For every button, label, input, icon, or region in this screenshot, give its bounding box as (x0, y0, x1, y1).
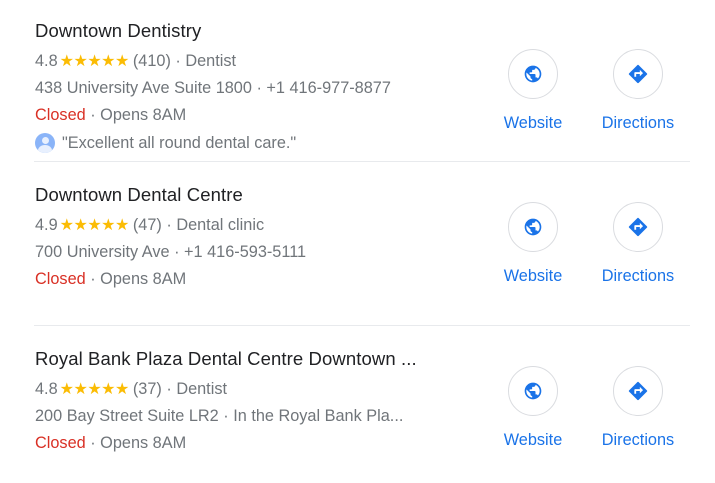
business-address: 200 Bay Street Suite LR2 (35, 407, 219, 425)
directions-label[interactable]: Directions (588, 267, 688, 286)
rating-line: 4.9 ★★★★★ (47) · Dental clinic (35, 215, 264, 235)
separator: · (166, 380, 172, 398)
local-results-list: Downtown Dentistry 4.8 ★★★★★ (410) · Denti… (0, 0, 715, 483)
opening-hours: Opens 8AM (100, 434, 187, 452)
star-rating-icon: ★★★★★ (59, 217, 130, 234)
website-button[interactable]: Website (483, 49, 583, 133)
separator: · (174, 243, 180, 261)
divider (34, 161, 690, 162)
avatar-icon (35, 133, 55, 153)
review-count[interactable]: (47) (133, 216, 162, 234)
review-snippet: "Excellent all round dental care." (62, 133, 297, 152)
rating-value: 4.8 (35, 52, 58, 70)
directions-icon[interactable] (613, 202, 663, 252)
address-line: 200 Bay Street Suite LR2 · In the Royal … (35, 407, 403, 426)
address-line: 700 University Ave · +1 416-593-5111 (35, 243, 306, 262)
separator: · (166, 216, 172, 234)
review-count[interactable]: (410) (133, 52, 171, 70)
business-category: Dental clinic (176, 216, 265, 234)
directions-icon[interactable] (613, 366, 663, 416)
separator: · (256, 79, 262, 97)
business-phone: +1 416-977-8877 (266, 79, 391, 97)
business-category: Dentist (176, 380, 227, 398)
directions-button[interactable]: Directions (588, 49, 688, 133)
star-rating-icon: ★★★★★ (59, 381, 130, 398)
directions-button[interactable]: Directions (588, 202, 688, 286)
hours-line: Closed · Opens 8AM (35, 270, 186, 289)
website-label[interactable]: Website (483, 114, 583, 133)
status-closed: Closed (35, 106, 86, 124)
business-category: Dentist (185, 52, 237, 70)
rating-value: 4.8 (35, 380, 58, 398)
review-snippet-line: "Excellent all round dental care." (35, 133, 296, 153)
globe-icon[interactable] (508, 49, 558, 99)
divider (34, 325, 690, 326)
separator: · (90, 106, 96, 124)
status-closed: Closed (35, 270, 86, 288)
status-closed: Closed (35, 434, 86, 452)
globe-icon[interactable] (508, 202, 558, 252)
rating-value: 4.9 (35, 216, 58, 234)
website-button[interactable]: Website (483, 202, 583, 286)
separator: · (223, 407, 229, 425)
star-rating-icon: ★★★★★ (59, 53, 130, 70)
separator: · (90, 270, 96, 288)
rating-line: 4.8 ★★★★★ (410) · Dentist (35, 51, 236, 71)
review-count[interactable]: (37) (133, 380, 162, 398)
business-name[interactable]: Downtown Dental Centre (35, 184, 243, 206)
separator: · (175, 52, 181, 70)
business-address: 438 University Ave Suite 1800 (35, 79, 252, 97)
business-name[interactable]: Downtown Dentistry (35, 20, 201, 42)
business-phone: +1 416-593-5111 (184, 243, 307, 261)
opening-hours: Opens 8AM (100, 106, 187, 124)
business-name[interactable]: Royal Bank Plaza Dental Centre Downtown … (35, 348, 417, 370)
directions-label[interactable]: Directions (588, 431, 688, 450)
location-note: In the Royal Bank Pla... (233, 407, 404, 425)
directions-button[interactable]: Directions (588, 366, 688, 450)
directions-icon[interactable] (613, 49, 663, 99)
directions-label[interactable]: Directions (588, 114, 688, 133)
website-label[interactable]: Website (483, 267, 583, 286)
rating-line: 4.8 ★★★★★ (37) · Dentist (35, 379, 227, 399)
website-button[interactable]: Website (483, 366, 583, 450)
separator: · (90, 434, 96, 452)
website-label[interactable]: Website (483, 431, 583, 450)
address-line: 438 University Ave Suite 1800 · +1 416-9… (35, 79, 391, 98)
globe-icon[interactable] (508, 366, 558, 416)
hours-line: Closed · Opens 8AM (35, 106, 186, 125)
business-address: 700 University Ave (35, 243, 170, 261)
opening-hours: Opens 8AM (100, 270, 187, 288)
hours-line: Closed · Opens 8AM (35, 434, 186, 453)
